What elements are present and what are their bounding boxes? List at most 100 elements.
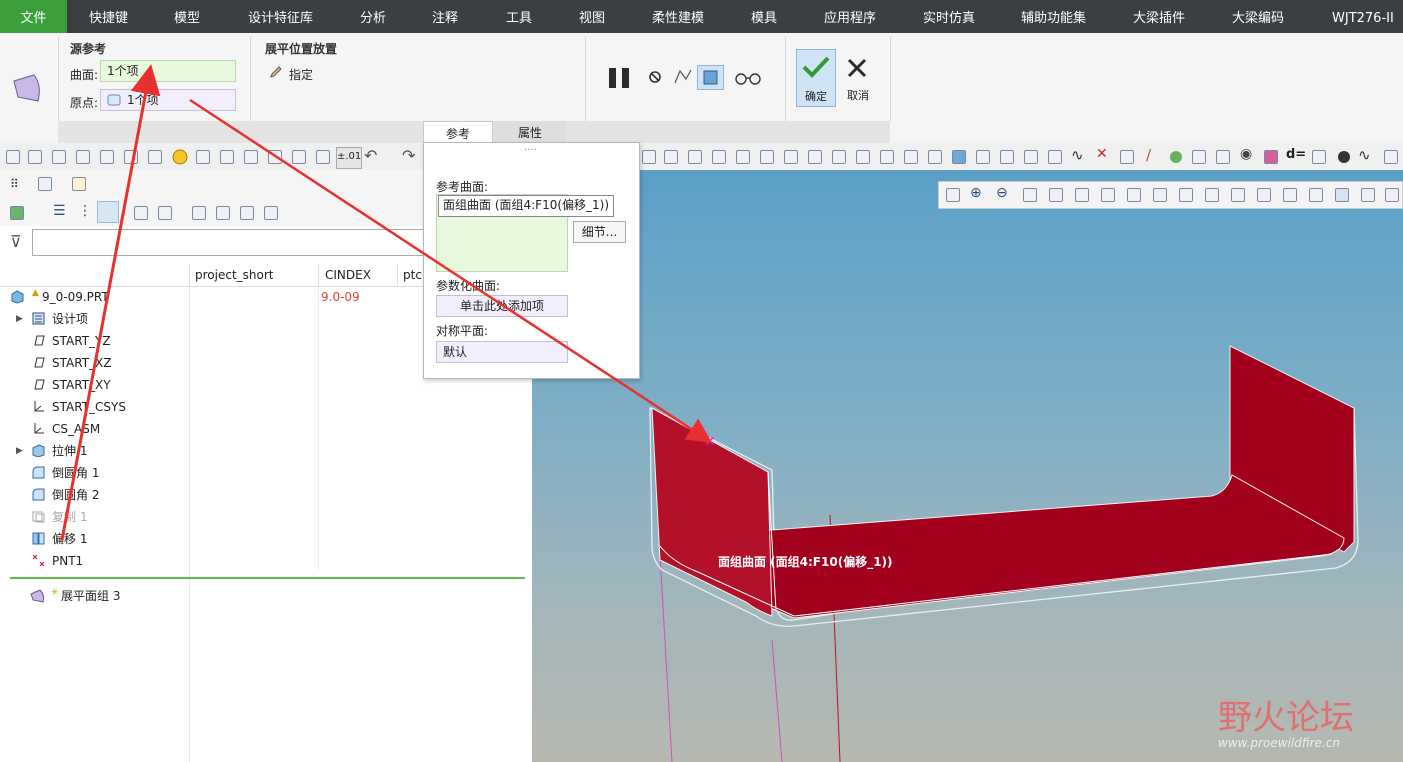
plane-icon[interactable] xyxy=(1120,150,1134,164)
menu-design-lib[interactable]: 设计特征库 xyxy=(248,0,313,33)
tree-item-row[interactable]: 偏移 1 xyxy=(0,528,532,550)
tree-flatten-row[interactable]: ✳ 展平面组 3 xyxy=(0,585,532,607)
tool-icon[interactable] xyxy=(880,150,894,164)
save-icon[interactable] xyxy=(148,150,162,164)
menu-apps[interactable]: 应用程序 xyxy=(824,0,876,33)
paste-icon[interactable] xyxy=(784,150,798,164)
view-icon[interactable] xyxy=(1179,188,1193,202)
curve-icon[interactable]: ∿ xyxy=(1358,146,1371,164)
hide-icon[interactable] xyxy=(1216,150,1230,164)
glasses-icon[interactable] xyxy=(733,70,763,86)
image-icon[interactable] xyxy=(952,150,966,164)
datum-icon[interactable] xyxy=(712,150,726,164)
tab-properties[interactable]: 属性 xyxy=(494,121,566,143)
zoom-fit-icon[interactable] xyxy=(946,188,960,202)
tool-icon[interactable] xyxy=(928,150,942,164)
expand-arrow-icon[interactable]: ▶ xyxy=(16,308,23,330)
sphere-icon[interactable] xyxy=(1168,149,1184,165)
column-project-short[interactable]: project_short xyxy=(195,268,274,282)
tree-item-row[interactable]: 倒圆角 2 xyxy=(0,484,532,506)
insert-here-line[interactable] xyxy=(10,577,525,579)
tree-item-row[interactable]: PNT1 xyxy=(0,550,532,572)
tree-item-row[interactable]: 复制 1 xyxy=(0,506,532,528)
menu-view[interactable]: 视图 xyxy=(579,0,605,33)
point-display-icon[interactable] xyxy=(1283,188,1297,202)
tree-item-row[interactable]: CS_ASM xyxy=(0,418,532,440)
sym-plane-collector[interactable]: 默认 xyxy=(436,341,568,363)
view-icon[interactable] xyxy=(1385,188,1399,202)
menu-mold[interactable]: 模具 xyxy=(751,0,777,33)
tool-icon[interactable] xyxy=(976,150,990,164)
cancel-button[interactable]: 取消 xyxy=(838,49,878,107)
menu-flexible[interactable]: 柔性建模 xyxy=(652,0,704,33)
orient-icon[interactable] xyxy=(1049,188,1063,202)
tool-icon[interactable] xyxy=(220,150,234,164)
datum-icon[interactable] xyxy=(642,150,656,164)
favorites-tab-icon[interactable] xyxy=(72,177,86,191)
plane-display-icon[interactable] xyxy=(1231,188,1245,202)
drag-handle[interactable]: ···· xyxy=(524,145,537,156)
columns-button[interactable] xyxy=(97,201,119,223)
tool-icon[interactable] xyxy=(268,150,282,164)
eye-icon[interactable]: ◉ xyxy=(1240,146,1252,162)
undo-icon[interactable]: ↶ xyxy=(364,146,377,165)
datum-icon[interactable] xyxy=(664,150,678,164)
curve-icon[interactable]: ∿ xyxy=(1071,146,1084,164)
zoom-in-icon[interactable]: ⊕ xyxy=(970,185,982,201)
column-cindex[interactable]: CINDEX xyxy=(325,268,371,282)
table-icon[interactable] xyxy=(158,206,172,220)
tool-icon[interactable] xyxy=(292,150,306,164)
column-ptc[interactable]: ptc xyxy=(403,268,422,282)
regenerate-icon[interactable] xyxy=(6,150,20,164)
folder-icon[interactable] xyxy=(76,150,90,164)
view-icon[interactable] xyxy=(1205,188,1219,202)
tool-icon[interactable] xyxy=(244,150,258,164)
tool-icon[interactable] xyxy=(1192,150,1206,164)
open-icon[interactable] xyxy=(28,150,42,164)
datum-icon[interactable] xyxy=(688,150,702,164)
spin-center-icon[interactable] xyxy=(1361,188,1375,202)
color-icon[interactable] xyxy=(1264,150,1278,164)
paste-icon[interactable] xyxy=(808,150,822,164)
surface-collector[interactable]: 1个项 xyxy=(100,60,236,82)
details-button[interactable]: 细节... xyxy=(573,221,626,243)
menu-file[interactable]: 文件 xyxy=(0,0,67,33)
tree-icon[interactable] xyxy=(240,206,254,220)
detail-icon[interactable] xyxy=(192,206,206,220)
print-icon[interactable] xyxy=(124,150,138,164)
axis-display-icon[interactable] xyxy=(1257,188,1271,202)
menu-beam-plugin[interactable]: 大梁插件 xyxy=(1133,0,1185,33)
filter-tree-icon[interactable] xyxy=(134,206,148,220)
tool-icon[interactable] xyxy=(1048,150,1062,164)
model-tree-tab-icon[interactable]: ⠿ xyxy=(10,177,19,191)
tree-item-row[interactable]: START_CSYS xyxy=(0,396,532,418)
tool-icon[interactable] xyxy=(832,150,846,164)
axis-icon[interactable]: / xyxy=(1146,146,1151,164)
pause-icon[interactable] xyxy=(607,66,633,90)
redo-icon[interactable]: ↷ xyxy=(402,146,415,165)
ball-icon[interactable] xyxy=(1336,149,1352,165)
menu-beam-code[interactable]: 大梁编码 xyxy=(1232,0,1284,33)
display-style-icon[interactable] xyxy=(1075,188,1089,202)
chat-icon[interactable] xyxy=(100,150,114,164)
list-icon[interactable]: ☰ xyxy=(53,203,66,219)
menu-sim[interactable]: 实时仿真 xyxy=(923,0,975,33)
menu-annotate[interactable]: 注释 xyxy=(432,0,458,33)
saved-views-icon[interactable] xyxy=(1101,188,1115,202)
folder-tree-tab-icon[interactable] xyxy=(38,177,52,191)
no-preview-icon[interactable] xyxy=(647,69,663,85)
dimension-icon[interactable]: d= xyxy=(1286,147,1306,162)
copy-icon[interactable] xyxy=(760,150,774,164)
tool-icon[interactable] xyxy=(196,150,210,164)
verify-mode-button[interactable] xyxy=(697,65,724,90)
expand-arrow-icon[interactable]: ▶ xyxy=(16,440,23,462)
point-icon[interactable]: ✕ xyxy=(1096,146,1108,162)
list-dots-icon[interactable]: ⋮ xyxy=(78,203,92,219)
new-icon[interactable] xyxy=(52,150,66,164)
precision-button[interactable]: ±.01 xyxy=(336,147,362,169)
repaint-icon[interactable] xyxy=(1023,188,1037,202)
smiley-icon[interactable] xyxy=(172,149,188,165)
menu-tools[interactable]: 工具 xyxy=(506,0,532,33)
view-icon[interactable] xyxy=(1153,188,1167,202)
preview-geometry-icon[interactable] xyxy=(672,67,694,87)
